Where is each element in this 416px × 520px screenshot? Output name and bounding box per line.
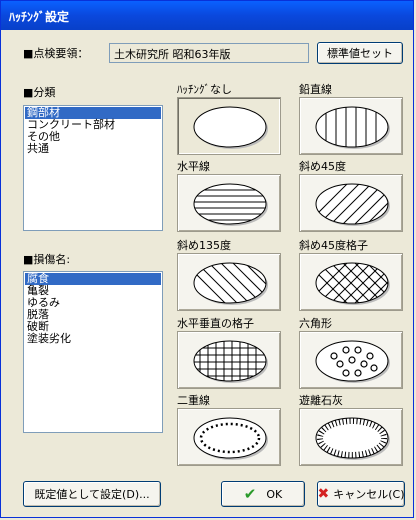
pattern-button-double-line[interactable] [177, 408, 281, 466]
pattern-button-diagonal-45[interactable] [299, 174, 403, 232]
double-line-icon [193, 417, 268, 460]
pattern-button-diagonal-135[interactable] [177, 253, 281, 311]
hexagon-dots-icon [315, 340, 390, 383]
diagonal-grid-icon [315, 262, 390, 305]
damage-list[interactable]: 腐食 亀裂 ゆるみ 脱落 破断 塗装劣化 [23, 271, 163, 433]
damage-label: ■損傷名: [23, 253, 71, 266]
pattern-button-square-grid[interactable] [177, 331, 281, 389]
vertical-lines-icon [315, 106, 390, 149]
inspection-label: ■点検要領： [23, 47, 89, 60]
pattern-button-diagonal-grid[interactable] [299, 253, 403, 311]
title-bar[interactable]: ﾊｯﾁﾝｸﾞ設定 [1, 1, 413, 30]
standard-value-button[interactable]: 標準値セット [317, 42, 403, 64]
pattern-label: 水平垂直の格子 [177, 317, 254, 330]
check-icon: ✔ [243, 485, 257, 503]
pattern-button-vertical[interactable] [299, 97, 403, 155]
set-default-button[interactable]: 既定値として設定(D)... [23, 481, 161, 507]
pattern-button-horizontal[interactable] [177, 174, 281, 232]
standard-value-button-label: 標準値セット [327, 47, 393, 60]
pattern-button-efflorescence[interactable] [299, 408, 403, 466]
cancel-x-icon: ✖ [317, 486, 330, 502]
ok-button[interactable]: ✔ OK [221, 481, 305, 507]
pattern-button-none[interactable] [177, 97, 281, 155]
pattern-label: ﾊｯﾁﾝｸﾞなし [177, 83, 232, 96]
pattern-label: 斜め135度 [177, 239, 231, 252]
damage-item[interactable]: 塗装劣化 [25, 333, 161, 345]
horizontal-lines-icon [193, 183, 268, 226]
pattern-label: 鉛直線 [299, 83, 332, 96]
pattern-label: 遊離石灰 [299, 394, 343, 407]
category-label: ■分類 [23, 86, 56, 99]
category-item[interactable]: 共通 [25, 143, 161, 155]
inspection-value: 土木研究所 昭和63年版 [114, 48, 231, 61]
cancel-button[interactable]: ✖ キャンセル(C) [317, 481, 405, 507]
diagonal-45-icon [315, 183, 390, 226]
pattern-label: 斜め45度格子 [299, 239, 368, 252]
set-default-button-label: 既定値として設定(D)... [34, 488, 150, 501]
category-list[interactable]: 鋼部材 コンクリート部材 その他 共通 [23, 105, 163, 231]
cancel-button-label: キャンセル(C) [333, 488, 405, 501]
pattern-button-hexagon[interactable] [299, 331, 403, 389]
none-pattern-icon [193, 106, 268, 149]
window-title: ﾊｯﾁﾝｸﾞ設定 [9, 10, 70, 24]
pattern-label: 二重線 [177, 394, 210, 407]
hatching-settings-dialog: ﾊｯﾁﾝｸﾞ設定 ■点検要領： 土木研究所 昭和63年版 標準値セット ■分類 … [0, 0, 414, 518]
efflorescence-icon [315, 417, 390, 460]
pattern-label: 六角形 [299, 317, 332, 330]
pattern-label: 斜め45度 [299, 160, 346, 173]
inspection-field: 土木研究所 昭和63年版 [109, 43, 309, 63]
pattern-label: 水平線 [177, 160, 210, 173]
square-grid-icon [193, 340, 268, 383]
diagonal-135-icon [193, 262, 268, 305]
ok-button-label: OK [266, 487, 283, 501]
